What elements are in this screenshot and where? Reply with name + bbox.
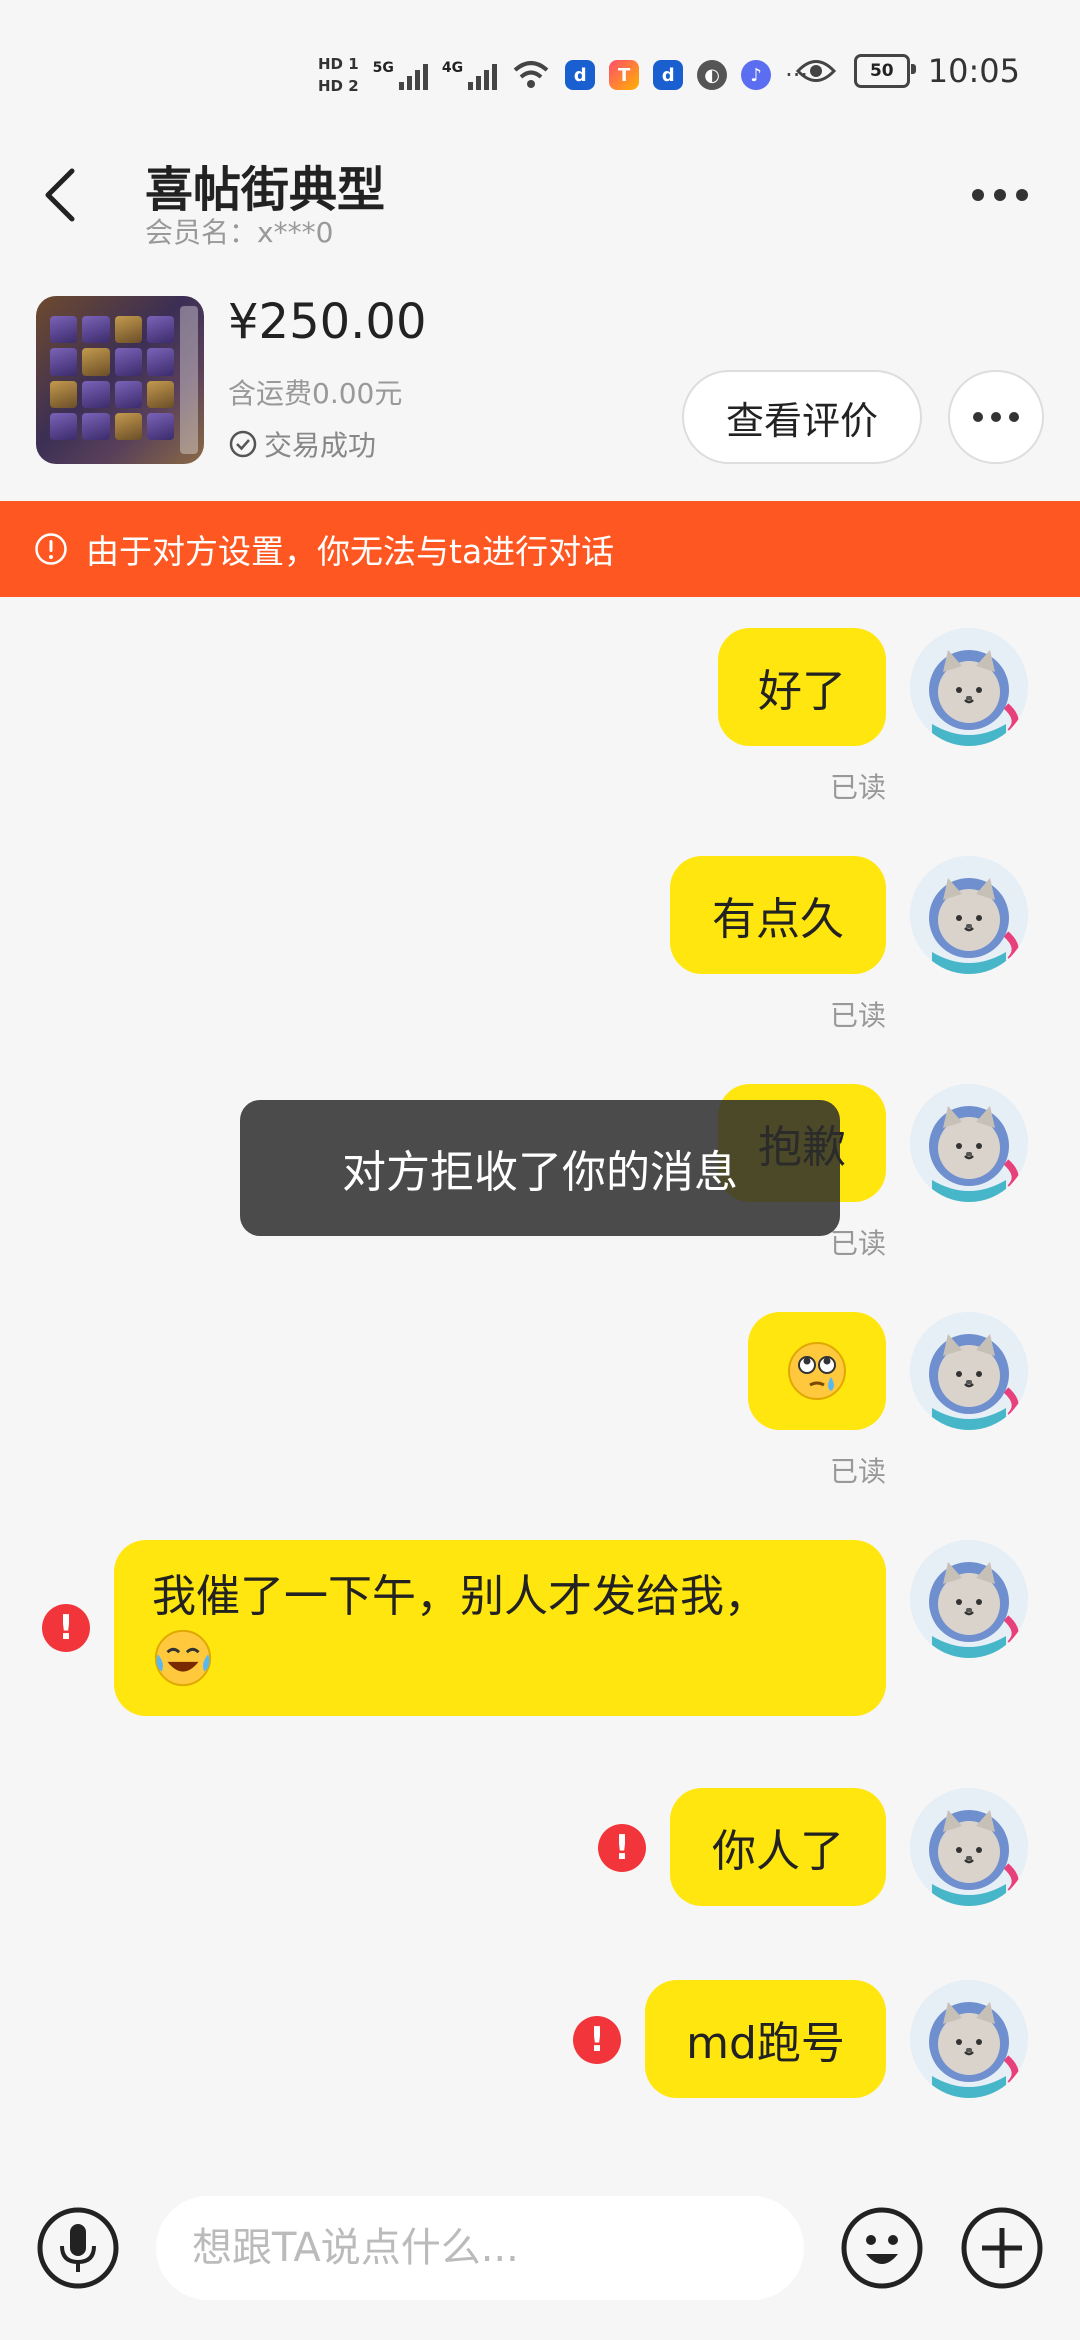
send-failed-icon[interactable]: ! [42, 1604, 90, 1652]
blocked-warning-banner: 由于对方设置，你无法与ta进行对话 [0, 501, 1080, 597]
message-text: 我催了一下午，别人才发给我， [152, 1571, 768, 1622]
sim1-label: HD 1 [318, 55, 359, 73]
avatar[interactable] [910, 628, 1028, 746]
message-bubble[interactable]: 有点久 [670, 856, 886, 974]
message-input[interactable] [156, 2196, 804, 2300]
avatar[interactable] [910, 1312, 1028, 1430]
read-receipt: 已读 [829, 1455, 886, 1488]
message-bubble[interactable]: 好了 [718, 628, 886, 746]
avatar[interactable] [910, 856, 1028, 974]
check-circle-icon [229, 430, 257, 458]
read-receipt: 已读 [829, 999, 886, 1032]
dot-icon [991, 412, 1001, 422]
back-arrow-icon [45, 168, 75, 222]
deal-status-label: 交易成功 [264, 429, 377, 462]
cat-avatar-icon [910, 1084, 1028, 1202]
message-text: 好了 [758, 666, 846, 717]
signal-5g-icon: 5G [373, 60, 428, 90]
message-bubble[interactable]: 你人了 [670, 1788, 886, 1906]
read-receipt: 已读 [829, 771, 886, 804]
dot-icon [1016, 189, 1028, 201]
product-price: ¥250.00 [228, 294, 427, 350]
deal-status: 交易成功 [228, 424, 376, 464]
rejected-toast: 对方拒收了你的消息 [240, 1100, 840, 1236]
cat-avatar-icon [910, 1312, 1028, 1430]
dot-icon [994, 189, 1006, 201]
cat-avatar-icon [910, 1788, 1028, 1906]
app-notification-icon: d [653, 60, 684, 90]
laugh-cry-emoji-icon [154, 1629, 212, 1687]
cat-avatar-icon [910, 856, 1028, 974]
app-notification-icon: d [565, 60, 596, 90]
message-text: 有点久 [712, 894, 844, 945]
cat-avatar-icon [910, 1540, 1028, 1658]
cat-avatar-icon [910, 1980, 1028, 2098]
dot-icon [973, 412, 983, 422]
music-notification-icon: ♪ [741, 60, 772, 90]
message-bubble[interactable]: md跑号 [645, 1980, 886, 2098]
more-options-button[interactable] [960, 175, 1040, 215]
battery-icon: 50 [853, 54, 916, 88]
chat-title: 喜帖街典型 [145, 162, 386, 218]
banner-text: 由于对方设置，你无法与ta进行对话 [86, 532, 615, 571]
wifi-icon [513, 61, 549, 88]
avatar[interactable] [910, 1788, 1028, 1906]
dot-icon [1009, 412, 1019, 422]
avatar[interactable] [910, 1084, 1028, 1202]
view-review-button[interactable]: 查看评价 [682, 370, 922, 464]
clock: 10:05 [927, 52, 1020, 90]
product-thumbnail[interactable] [36, 296, 204, 464]
sim-indicators: HD 1 HD 2 [318, 56, 359, 94]
eye-roll-tear-emoji-icon [788, 1342, 846, 1400]
alert-circle-icon [35, 533, 67, 565]
send-failed-icon[interactable]: ! [573, 2016, 621, 2064]
thumbnail-grid [50, 316, 174, 440]
message-text: md跑号 [686, 2018, 845, 2069]
card-more-button[interactable] [948, 370, 1044, 464]
read-receipt: 已读 [829, 1227, 886, 1260]
sim2-label: HD 2 [318, 77, 359, 95]
status-right: 50 10:05 [795, 52, 1020, 90]
dot-icon [972, 189, 984, 201]
send-failed-icon[interactable]: ! [598, 1824, 646, 1872]
avatar[interactable] [910, 1980, 1028, 2098]
app-notification-icon: T [609, 60, 640, 90]
cat-avatar-icon [910, 628, 1028, 746]
microphone-icon[interactable] [36, 2206, 120, 2290]
signal-4g-icon: 4G [442, 60, 498, 90]
emoji-icon[interactable] [840, 2206, 924, 2290]
eye-icon [795, 60, 836, 82]
member-name: 会员名：x***0 [145, 216, 334, 249]
back-button[interactable] [40, 160, 90, 230]
shipping-fee: 含运费0.00元 [228, 377, 403, 410]
app-notification-icon: ◐ [697, 60, 728, 90]
status-icons: HD 1 HD 2 5G 4G d T d ◐ ♪ ··· [318, 50, 808, 100]
message-bubble[interactable] [748, 1312, 886, 1430]
message-bubble[interactable]: 我催了一下午，别人才发给我， [114, 1540, 886, 1716]
avatar[interactable] [910, 1540, 1028, 1658]
status-bar: HD 1 HD 2 5G 4G d T d ◐ ♪ ··· 50 10:05 [0, 0, 1080, 150]
plus-icon[interactable] [960, 2206, 1044, 2290]
message-text: 你人了 [712, 1826, 844, 1877]
